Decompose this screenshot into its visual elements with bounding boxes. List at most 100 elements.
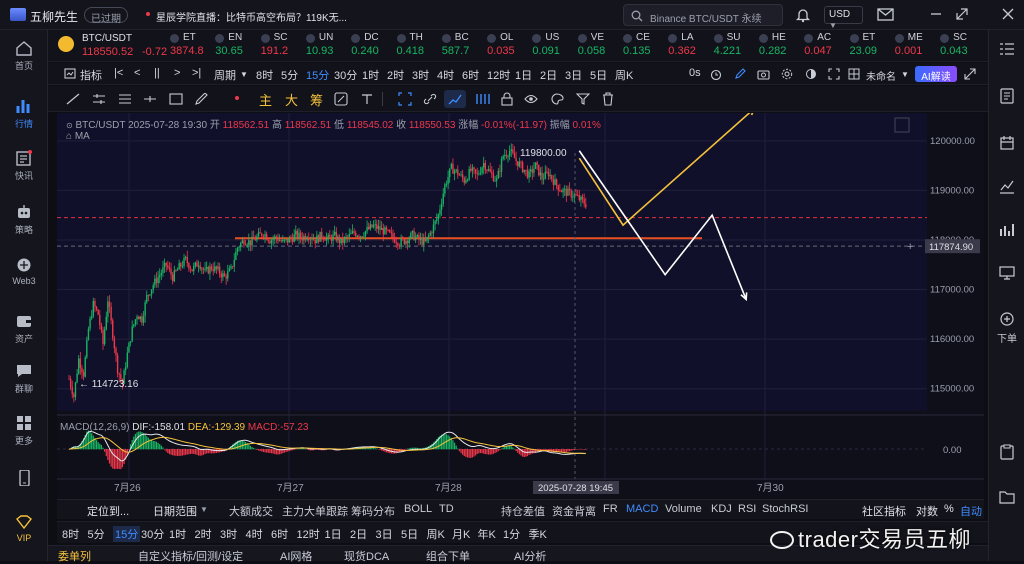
nav-item-chat[interactable]: 群聊: [0, 363, 48, 395]
bottom-period-7[interactable]: 4时: [246, 526, 263, 542]
period-13[interactable]: 5日: [590, 67, 607, 83]
nav-item-robot[interactable]: 策略: [0, 204, 48, 236]
indicator-icon[interactable]: [64, 68, 76, 79]
ticker-item[interactable]: DC0.240: [351, 32, 395, 57]
ticker-item[interactable]: TH0.418: [397, 32, 441, 57]
restore-icon[interactable]: [956, 8, 968, 20]
trash-icon[interactable]: [602, 92, 614, 106]
forward-icon[interactable]: >: [174, 67, 180, 79]
bars-icon[interactable]: [475, 92, 490, 106]
next-icon[interactable]: >|: [192, 67, 201, 79]
bottom-period-5[interactable]: 2时: [195, 526, 212, 542]
bottom-period-4[interactable]: 1时: [169, 526, 186, 542]
bottom-period-8[interactable]: 6时: [271, 526, 288, 542]
layout-chevron-icon[interactable]: ▼: [901, 70, 909, 79]
indicator-tab-10[interactable]: KDJ: [711, 503, 732, 515]
log-scale-toggle[interactable]: 对数: [916, 503, 938, 519]
select-tool-icon[interactable]: [398, 92, 412, 106]
bottom-period-2[interactable]: 15分: [113, 526, 140, 542]
line-tool-icon[interactable]: [66, 93, 80, 105]
price-chart[interactable]: 120000.00119000.00118000.00117000.001160…: [57, 113, 984, 498]
indicator-tab-3[interactable]: BOLL: [404, 503, 432, 515]
bottom-period-6[interactable]: 3时: [220, 526, 237, 542]
community-indicators-button[interactable]: 社区指标: [862, 503, 906, 519]
nav-item-web3[interactable]: Web3: [0, 257, 48, 286]
nav-item-home[interactable]: 首页: [0, 40, 48, 72]
bottom-period-13[interactable]: 5日: [401, 526, 418, 542]
ma-label[interactable]: MA: [75, 131, 90, 142]
search-input[interactable]: Binance BTC/USDT 永续: [650, 10, 762, 25]
prev-icon[interactable]: |<: [114, 67, 123, 79]
ticker-item[interactable]: OL0.035: [487, 32, 531, 57]
period-0[interactable]: 8时: [256, 67, 273, 83]
bottom-tab-4[interactable]: 组合下单: [426, 548, 470, 564]
indicator-tab-5[interactable]: 持仓差值: [501, 503, 545, 519]
ticker-item[interactable]: ET3874.8: [170, 32, 214, 57]
list-icon[interactable]: [999, 42, 1015, 56]
macd-label[interactable]: MACD(12,26,9): [60, 422, 129, 433]
layout-name[interactable]: 未命名: [866, 68, 896, 83]
indicator-tab-6[interactable]: 资金背离: [552, 503, 596, 519]
ticker-item[interactable]: VE0.058: [578, 32, 622, 57]
camera-icon[interactable]: [757, 68, 770, 80]
pause-icon[interactable]: ||: [154, 67, 160, 79]
announcement-text[interactable]: 星辰学院直播：比特币高空布局？119K无...: [156, 9, 347, 24]
ticker-item[interactable]: US0.091: [532, 32, 576, 57]
bottom-period-11[interactable]: 2日: [350, 526, 367, 542]
close-icon[interactable]: [1002, 8, 1014, 20]
fib-tool-icon[interactable]: [118, 93, 132, 105]
bottom-period-18[interactable]: 季K: [529, 526, 547, 542]
nav-item-chart-bars[interactable]: 行情: [0, 98, 48, 130]
locate-button[interactable]: 定位到...: [87, 503, 129, 519]
period-6[interactable]: 3时: [412, 67, 429, 83]
fullscreen-icon[interactable]: [828, 68, 840, 80]
ticker-item[interactable]: AC0.047: [804, 32, 848, 57]
ticker-item[interactable]: LA0.362: [668, 32, 712, 57]
bottom-period-17[interactable]: 1分: [503, 526, 520, 542]
indicator-tab-9[interactable]: Volume: [665, 503, 702, 515]
bottom-tab-3[interactable]: 现货DCA: [344, 548, 389, 564]
bottom-tab-5[interactable]: AI分析: [514, 548, 546, 564]
period-7[interactable]: 4时: [437, 67, 454, 83]
chart-header-collapse-icon[interactable]: ⊙: [66, 121, 73, 130]
period-9[interactable]: 12时: [487, 67, 510, 83]
period-3[interactable]: 30分: [334, 67, 357, 83]
nav-item-grid[interactable]: 更多: [0, 415, 48, 447]
ma-bell-icon[interactable]: ⌂: [66, 131, 72, 142]
nav-item-wallet[interactable]: 资产: [0, 313, 48, 345]
indicator-tab-11[interactable]: RSI: [738, 503, 756, 515]
alarm-icon[interactable]: [710, 68, 722, 80]
bottom-period-9[interactable]: 12时: [297, 526, 320, 542]
ticker-item[interactable]: SU4.221: [714, 32, 758, 57]
indicator-tab-1[interactable]: 主力大单跟踪: [282, 503, 348, 519]
back-icon[interactable]: <: [134, 67, 140, 79]
theme-icon[interactable]: [805, 68, 817, 80]
indicator-button[interactable]: 指标: [80, 67, 102, 83]
minimize-icon[interactable]: [930, 8, 942, 20]
ticker-item[interactable]: ME0.001: [895, 32, 939, 57]
hline-tool-icon[interactable]: [143, 93, 157, 105]
date-range-chevron-icon[interactable]: ▼: [200, 505, 208, 514]
percent-scale-toggle[interactable]: %: [944, 503, 954, 515]
ticker-item[interactable]: ET23.09: [850, 32, 894, 57]
edit-icon[interactable]: [734, 68, 746, 80]
ticker-item[interactable]: SC0.043: [940, 32, 984, 57]
layout-icon[interactable]: [848, 68, 860, 80]
expand-icon[interactable]: [964, 68, 976, 80]
eye-icon[interactable]: [524, 93, 538, 105]
clipboard-icon[interactable]: [1000, 444, 1014, 460]
indicator-tab-0[interactable]: 大额成交: [229, 503, 273, 519]
big-order-tool[interactable]: 大: [285, 90, 298, 109]
period-8[interactable]: 6时: [462, 67, 479, 83]
period-chevron-icon[interactable]: ▼: [240, 70, 248, 79]
indicator-tab-4[interactable]: TD: [439, 503, 454, 515]
indicator-tab-12[interactable]: StochRSI: [762, 503, 808, 515]
bar-chart-icon[interactable]: [999, 223, 1015, 237]
period-4[interactable]: 1时: [362, 67, 379, 83]
main-force-tool[interactable]: 主: [259, 90, 272, 109]
ticker-item[interactable]: CE0.135: [623, 32, 667, 57]
indicator-tab-7[interactable]: FR: [603, 503, 618, 515]
indicator-tab-8[interactable]: MACD: [626, 503, 658, 515]
date-range-button[interactable]: 日期范围: [153, 503, 197, 519]
bottom-period-12[interactable]: 3日: [376, 526, 393, 542]
